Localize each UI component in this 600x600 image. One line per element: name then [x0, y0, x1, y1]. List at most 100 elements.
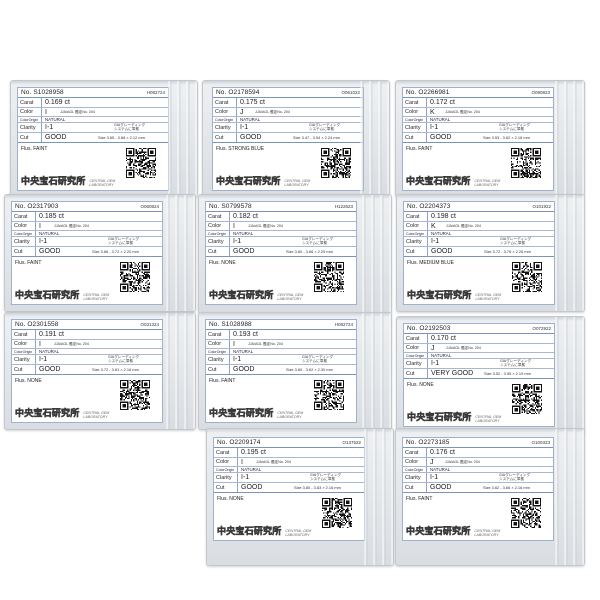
- color-label: Color: [206, 222, 230, 230]
- fluorescence-label: Flus.: [217, 496, 228, 502]
- grading-certificate-card: No. O2273185 O100323 Carat 0.176 ct Colo…: [402, 437, 554, 541]
- certificate-header: No. O2266981 O090823: [403, 88, 553, 98]
- lab-logo-japanese: 中央宝石研究所: [21, 177, 86, 188]
- color-label: Color: [404, 222, 428, 230]
- lab-logo-english: CENTRAL GEM LABORATORY: [83, 293, 109, 301]
- color-row: Color I JJA/AGL 鑑定No. 204: [214, 458, 364, 467]
- color-origin-value: NATURAL: [233, 349, 254, 354]
- lab-logo: 中央宝石研究所 CENTRAL GEM LABORATORY: [406, 174, 501, 188]
- clarity-value: I-1: [45, 124, 54, 131]
- grading-certificate-card: No. O2204373 O101922 Carat 0.198 ct Colo…: [403, 201, 555, 305]
- color-origin-value: NATURAL: [240, 117, 261, 122]
- color-row: Color K JJA/AGL 鑑定No. 204: [404, 222, 554, 231]
- clarity-value: I-1: [240, 124, 249, 131]
- cut-value: GOOD: [430, 134, 452, 141]
- carat-label: Carat: [403, 98, 427, 107]
- color-value: I: [39, 340, 41, 348]
- color-value: I: [233, 222, 235, 230]
- carat-label: Carat: [18, 98, 42, 107]
- clarity-row: Clarity I-1 GIAグレーディング システムに準拠: [214, 473, 364, 483]
- fluorescence: Flus. MEDIUM BLUE: [407, 260, 454, 266]
- cut-row: Cut GOOD Size 3.72 - 3.76 × 2.26 mm: [404, 247, 554, 257]
- cut-value: GOOD: [240, 134, 262, 141]
- issue-code: O072922: [532, 326, 551, 331]
- color-row: Color I JJA/AGL 鑑定No. 204: [12, 340, 162, 349]
- gia-note: GIAグレーディング システムに準拠: [114, 123, 145, 131]
- carat-value: 0.191 ct: [39, 331, 64, 338]
- fluorescence-label: Flus.: [407, 382, 418, 388]
- grading-table: Carat 0.170 ct Color J JJA/AGL 鑑定No. 204…: [404, 334, 554, 379]
- carat-label: Carat: [206, 212, 230, 221]
- lab-logo: 中央宝石研究所 CENTRAL GEM LABORATORY: [216, 174, 311, 188]
- cut-value: GOOD: [233, 366, 255, 373]
- qr-code-icon: [511, 148, 541, 178]
- number-prefix: No.: [21, 89, 32, 96]
- grading-table: Carat 0.172 ct Color K JJA/AGL 鑑定No. 204…: [403, 98, 553, 143]
- cut-row: Cut GOOD Size 3.47 - 3.54 × 2.24 mm: [213, 133, 363, 143]
- carat-row: Carat 0.175 ct: [213, 98, 363, 108]
- issue-code: O061022: [341, 90, 360, 95]
- lab-logo-japanese: 中央宝石研究所: [407, 291, 472, 302]
- size-measurement: Size 3.60 - 3.66 × 2.25 mm: [286, 249, 333, 254]
- grading-certificate-card: No. S1028988 H082724 Carat 0.193 ct Colo…: [205, 319, 357, 423]
- carat-row: Carat 0.185 ct: [12, 212, 162, 222]
- fluorescence: Flus. FAINT: [21, 146, 47, 152]
- grading-certificate-card: No. O2192503 O072922 Carat 0.170 ct Colo…: [403, 323, 555, 427]
- lab-logo: 中央宝石研究所 CENTRAL GEM LABORATORY: [209, 406, 304, 420]
- jja-reference: JJA/AGL 鑑定No. 204: [54, 342, 89, 346]
- lab-logo-english-line2: LABORATORY: [83, 414, 108, 419]
- carat-value: 0.182 ct: [233, 213, 258, 220]
- color-origin-label: ColorOrigin: [18, 117, 42, 122]
- fluorescence-value: FAINT: [27, 260, 42, 266]
- size-measurement: Size 3.66 - 3.72 × 2.20 mm: [92, 249, 139, 254]
- size-measurement: Size 3.60 - 3.62 × 2.30 mm: [286, 367, 333, 372]
- clarity-value: I-1: [431, 238, 440, 245]
- lab-logo-japanese: 中央宝石研究所: [209, 291, 274, 302]
- jja-reference: JJA/AGL 鑑定No. 204: [248, 342, 283, 346]
- fluorescence: Flus. NONE: [15, 378, 42, 384]
- certificate-header: No. S0799578 H122623: [206, 202, 356, 212]
- carat-row: Carat 0.170 ct: [404, 334, 554, 344]
- clarity-value: I-1: [233, 356, 242, 363]
- cut-value: GOOD: [39, 248, 61, 255]
- lab-logo-english: CENTRAL GEM LABORATORY: [475, 293, 501, 301]
- fluorescence-value: NONE: [229, 496, 244, 502]
- cut-row: Cut GOOD Size 3.65 - 3.68 × 2.12 mm: [18, 133, 168, 143]
- certificate-number: No. O2273185: [406, 439, 450, 446]
- lab-logo-english-line2: LABORATORY: [277, 414, 302, 419]
- certificate-header: No. S1028958 H082724: [18, 88, 168, 98]
- cut-row: Cut GOOD Size 3.60 - 3.62 × 2.30 mm: [206, 365, 356, 375]
- number-value: S1028958: [33, 89, 64, 96]
- cut-value: VERY GOOD: [431, 370, 474, 377]
- fluorescence: Flus. FAINT: [15, 260, 41, 266]
- carat-row: Carat 0.198 ct: [404, 212, 554, 222]
- number-value: O2301558: [27, 321, 59, 328]
- gia-note-line2: システムに準拠: [114, 127, 140, 132]
- issue-code: O101922: [532, 204, 551, 209]
- size-measurement: Size 3.72 - 3.81 × 2.16 mm: [92, 367, 139, 372]
- clarity-value: I-1: [39, 238, 48, 245]
- number-value: O2178594: [228, 89, 260, 96]
- qr-code-icon: [120, 380, 150, 410]
- jja-reference: JJA/AGL 鑑定No. 204: [248, 224, 283, 228]
- gia-note-line2: システムに準拠: [108, 241, 134, 246]
- lab-logo-japanese: 中央宝石研究所: [15, 409, 80, 420]
- clarity-label: Clarity: [214, 473, 238, 482]
- qr-code-icon: [120, 262, 150, 292]
- clarity-label: Clarity: [403, 123, 427, 132]
- color-label: Color: [18, 108, 42, 116]
- carat-value: 0.176 ct: [430, 449, 455, 456]
- color-origin-label: ColorOrigin: [403, 467, 427, 472]
- certificate-sleeve: No. O2273185 O100323 Carat 0.176 ct Colo…: [395, 428, 585, 566]
- clarity-label: Clarity: [12, 237, 36, 246]
- lab-logo-english: CENTRAL GEM LABORATORY: [285, 529, 311, 537]
- lab-logo-japanese: 中央宝石研究所: [406, 527, 471, 538]
- lab-logo-japanese: 中央宝石研究所: [406, 177, 471, 188]
- color-label: Color: [404, 344, 428, 352]
- certificate-header: No. O2273185 O100323: [403, 438, 553, 448]
- color-label: Color: [403, 108, 427, 116]
- carat-value: 0.175 ct: [240, 99, 265, 106]
- lab-logo: 中央宝石研究所 CENTRAL GEM LABORATORY: [217, 524, 312, 538]
- grading-table: Carat 0.191 ct Color I JJA/AGL 鑑定No. 204…: [12, 330, 162, 375]
- cut-label: Cut: [18, 133, 42, 142]
